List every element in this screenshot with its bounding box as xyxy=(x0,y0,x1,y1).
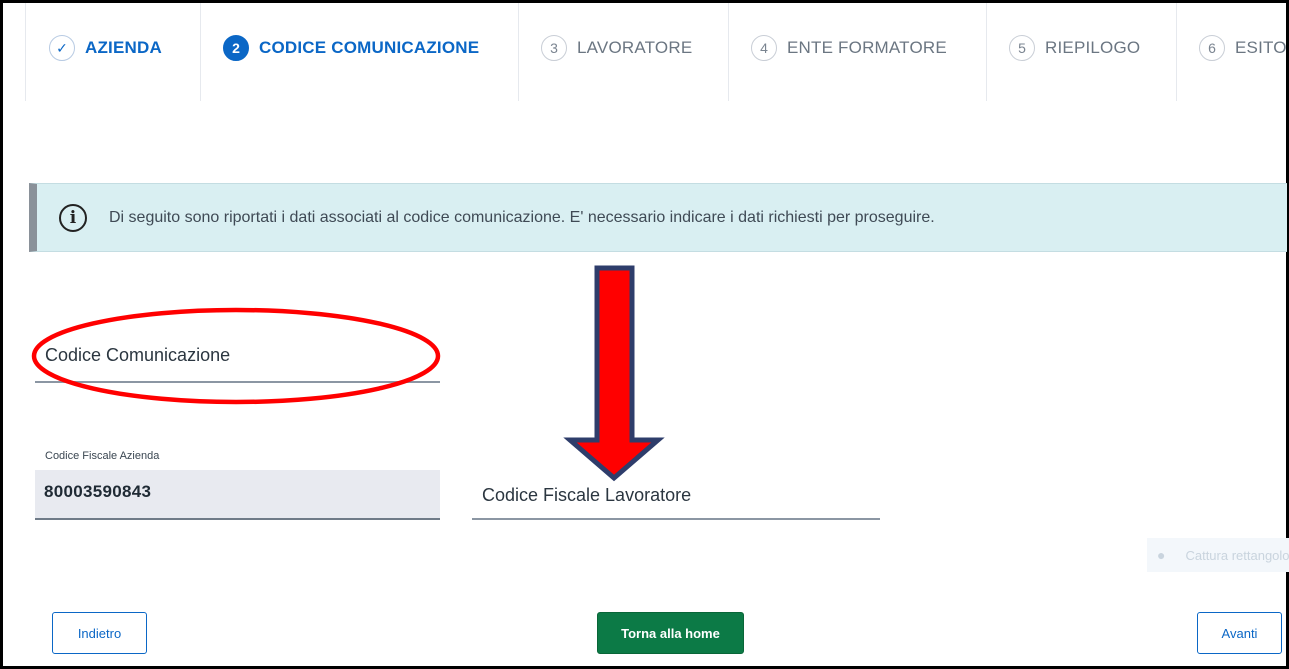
dot-icon: ● xyxy=(1157,547,1166,563)
codice-fiscale-lavoratore-field[interactable] xyxy=(472,518,880,520)
step-label: AZIENDA xyxy=(85,38,162,57)
step-label: CODICE COMUNICAZIONE xyxy=(259,38,480,57)
step-number: 3 xyxy=(541,35,567,61)
codice-fiscale-azienda-label: Codice Fiscale Azienda xyxy=(45,450,160,462)
check-icon: ✓ xyxy=(49,35,75,61)
codice-comunicazione-field[interactable] xyxy=(35,381,440,383)
back-button[interactable]: Indietro xyxy=(52,612,147,654)
step-esito[interactable]: 6 ESITO xyxy=(1177,3,1287,101)
step-number: 2 xyxy=(223,35,249,61)
step-label: RIEPILOGO xyxy=(1045,38,1141,57)
next-button[interactable]: Avanti xyxy=(1197,612,1282,654)
codice-comunicazione-label[interactable]: Codice Comunicazione xyxy=(45,345,230,366)
step-number: 5 xyxy=(1009,35,1035,61)
wizard-stepper: ✓ AZIENDA 2 CODICE COMUNICAZIONE 3 LAVOR… xyxy=(25,3,1287,101)
codice-fiscale-lavoratore-label[interactable]: Codice Fiscale Lavoratore xyxy=(482,485,691,506)
step-ente-formatore[interactable]: 4 ENTE FORMATORE xyxy=(729,3,987,101)
capture-rectangle-label: Cattura rettangolo xyxy=(1185,547,1289,563)
step-lavoratore[interactable]: 3 LAVORATORE xyxy=(519,3,729,101)
step-number: 6 xyxy=(1199,35,1225,61)
home-button[interactable]: Torna alla home xyxy=(597,612,744,654)
step-label: ESITO xyxy=(1235,38,1287,57)
info-message: Di seguito sono riportati i dati associa… xyxy=(109,208,935,226)
step-riepilogo[interactable]: 5 RIEPILOGO xyxy=(987,3,1177,101)
step-codice-comunicazione[interactable]: 2 CODICE COMUNICAZIONE xyxy=(201,3,519,101)
step-label: ENTE FORMATORE xyxy=(787,38,947,57)
info-callout: i Di seguito sono riportati i dati assoc… xyxy=(29,183,1287,252)
step-azienda[interactable]: ✓ AZIENDA xyxy=(25,3,201,101)
step-label: LAVORATORE xyxy=(577,38,693,57)
capture-rectangle-widget[interactable]: ● Cattura rettangolo xyxy=(1147,538,1289,572)
codice-fiscale-azienda-field: 80003590843 xyxy=(35,470,440,520)
codice-fiscale-azienda-value: 80003590843 xyxy=(44,482,152,501)
info-icon: i xyxy=(59,203,87,232)
step-number: 4 xyxy=(751,35,777,61)
